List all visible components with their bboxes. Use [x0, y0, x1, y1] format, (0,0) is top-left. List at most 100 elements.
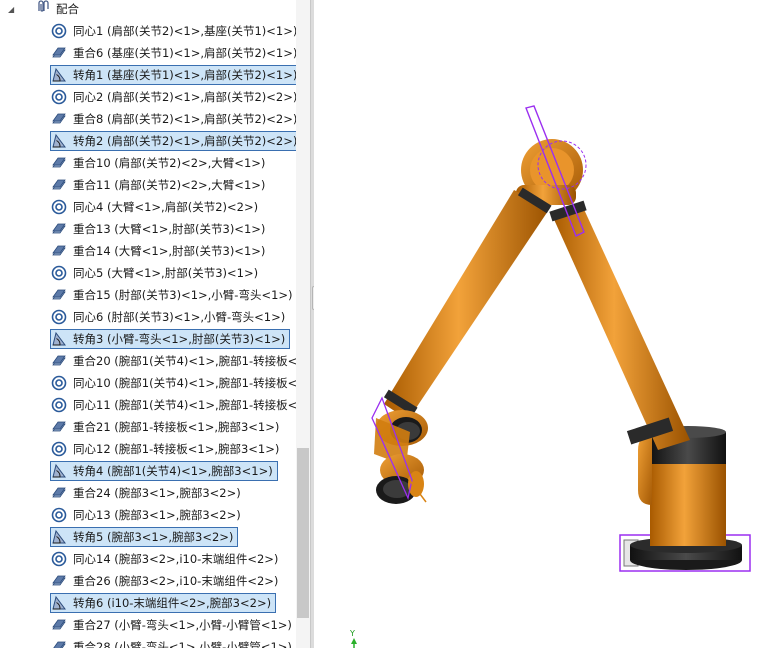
mate-label: 转角1 (基座(关节1)<1>,肩部(关节2)<1>)	[73, 68, 296, 82]
mate-label: 同心11 (腕部1(关节4)<1>,腕部1-转接板<	[73, 398, 296, 412]
mate-row-frame[interactable]: 同心6 (肘部(关节3)<1>,小臂-弯头<1>)	[50, 307, 290, 327]
coincident-icon	[51, 221, 67, 237]
concentric-icon	[51, 309, 67, 325]
mate-row-coincident[interactable]: 重合14 (大臂<1>,肘部(关节3)<1>)	[50, 241, 296, 261]
mate-row-frame[interactable]: 同心13 (腕部3<1>,腕部3<2>)	[50, 505, 246, 525]
mate-row-concentric[interactable]: 同心13 (腕部3<1>,腕部3<2>)	[50, 505, 296, 525]
mate-label: 重合27 (小臂-弯头<1>,小臂-小臂管<1>)	[73, 618, 292, 632]
mate-row-angle[interactable]: 转角3 (小臂-弯头<1>,肘部(关节3)<1>)	[50, 329, 296, 349]
mate-label: 重合11 (肩部(关节2)<2>,大臂<1>)	[73, 178, 266, 192]
mate-label: 重合24 (腕部3<1>,腕部3<2>)	[73, 486, 241, 500]
mate-row-concentric[interactable]: 同心4 (大臂<1>,肩部(关节2)<2>)	[50, 197, 296, 217]
mate-row-concentric[interactable]: 同心11 (腕部1(关节4)<1>,腕部1-转接板<	[50, 395, 296, 415]
mates-group-label: 配合	[56, 2, 79, 16]
graphics-viewport[interactable]	[314, 0, 773, 648]
collapse-arrow-icon[interactable]: ◢	[8, 5, 18, 14]
mate-row-frame[interactable]: 重合14 (大臂<1>,肘部(关节3)<1>)	[50, 241, 270, 261]
concentric-icon	[51, 89, 67, 105]
mate-row-concentric[interactable]: 同心12 (腕部1-转接板<1>,腕部3<1>)	[50, 439, 296, 459]
mate-row-frame[interactable]: 同心4 (大臂<1>,肩部(关节2)<2>)	[50, 197, 263, 217]
mate-row-coincident[interactable]: 重合27 (小臂-弯头<1>,小臂-小臂管<1>)	[50, 615, 296, 635]
mate-row-concentric[interactable]: 同心6 (肘部(关节3)<1>,小臂-弯头<1>)	[50, 307, 296, 327]
mate-row-frame[interactable]: 重合27 (小臂-弯头<1>,小臂-小臂管<1>)	[50, 615, 296, 635]
mate-label: 同心6 (肘部(关节3)<1>,小臂-弯头<1>)	[73, 310, 286, 324]
angle-icon	[51, 133, 67, 149]
mate-row-concentric[interactable]: 同心14 (腕部3<2>,i10-末端组件<2>)	[50, 549, 296, 569]
mate-row-frame[interactable]: 重合20 (腕部1(关节4)<1>,腕部1-转接板<	[50, 351, 296, 371]
mate-row-coincident[interactable]: 重合10 (肩部(关节2)<2>,大臂<1>)	[50, 153, 296, 173]
mate-row-angle[interactable]: 转角6 (i10-末端组件<2>,腕部3<2>)	[50, 593, 296, 613]
mate-label: 重合6 (基座(关节1)<1>,肩部(关节2)<1>)	[73, 46, 296, 60]
mate-row-frame[interactable]: 同心12 (腕部1-转接板<1>,腕部3<1>)	[50, 439, 284, 459]
mate-row-angle[interactable]: 转角2 (肩部(关节2)<1>,肩部(关节2)<2>)	[50, 131, 296, 151]
mate-row-coincident[interactable]: 重合26 (腕部3<2>,i10-末端组件<2>)	[50, 571, 296, 591]
mate-row-coincident[interactable]: 重合24 (腕部3<1>,腕部3<2>)	[50, 483, 296, 503]
mate-row-frame[interactable]: 重合26 (腕部3<2>,i10-末端组件<2>)	[50, 571, 283, 591]
coincident-icon	[51, 617, 67, 633]
mate-row-frame[interactable]: 重合28 (小臂-弯头<1>,小臂-小臂管<1>)	[50, 637, 296, 648]
mates-group-header[interactable]: ◢ 配合	[0, 0, 296, 18]
coincident-icon	[51, 353, 67, 369]
mate-row-frame[interactable]: 重合15 (肘部(关节3)<1>,小臂-弯头<1>)	[50, 285, 296, 305]
mate-row-frame[interactable]: 重合21 (腕部1-转接板<1>,腕部3<1>)	[50, 417, 284, 437]
mate-row-coincident[interactable]: 重合6 (基座(关节1)<1>,肩部(关节2)<1>)	[50, 43, 296, 63]
mate-row-frame[interactable]: 转角2 (肩部(关节2)<1>,肩部(关节2)<2>)	[50, 131, 296, 151]
mate-label: 同心12 (腕部1-转接板<1>,腕部3<1>)	[73, 442, 280, 456]
mate-row-frame[interactable]: 重合11 (肩部(关节2)<2>,大臂<1>)	[50, 175, 270, 195]
mate-row-concentric[interactable]: 同心5 (大臂<1>,肘部(关节3)<1>)	[50, 263, 296, 283]
mate-label: 转角4 (腕部1(关节4)<1>,腕部3<1>)	[73, 464, 273, 478]
mate-label: 同心5 (大臂<1>,肘部(关节3)<1>)	[73, 266, 259, 280]
mate-row-concentric[interactable]: 同心1 (肩部(关节2)<1>,基座(关节1)<1>)	[50, 21, 296, 41]
mate-label: 转角3 (小臂-弯头<1>,肘部(关节3)<1>)	[73, 332, 286, 346]
mate-row-frame[interactable]: 转角6 (i10-末端组件<2>,腕部3<2>)	[50, 593, 277, 613]
mate-row-coincident[interactable]: 重合8 (肩部(关节2)<1>,肩部(关节2)<2>)	[50, 109, 296, 129]
concentric-icon	[51, 397, 67, 413]
mate-row-frame[interactable]: 同心5 (大臂<1>,肘部(关节3)<1>)	[50, 263, 263, 283]
mate-row-frame[interactable]: 同心1 (肩部(关节2)<1>,基座(关节1)<1>)	[50, 21, 296, 41]
concentric-icon	[51, 23, 67, 39]
mate-row-frame[interactable]: 同心11 (腕部1(关节4)<1>,腕部1-转接板<	[50, 395, 296, 415]
angle-icon	[51, 463, 67, 479]
mate-row-concentric[interactable]: 同心10 (腕部1(关节4)<1>,腕部1-转接板<	[50, 373, 296, 393]
mate-row-coincident[interactable]: 重合21 (腕部1-转接板<1>,腕部3<1>)	[50, 417, 296, 437]
mate-label: 同心2 (肩部(关节2)<1>,肩部(关节2)<2>)	[73, 90, 296, 104]
mate-label: 重合21 (腕部1-转接板<1>,腕部3<1>)	[73, 420, 280, 434]
mate-row-coincident[interactable]: 重合20 (腕部1(关节4)<1>,腕部1-转接板<	[50, 351, 296, 371]
mate-row-frame[interactable]: 同心10 (腕部1(关节4)<1>,腕部1-转接板<	[50, 373, 296, 393]
mate-label: 转角6 (i10-末端组件<2>,腕部3<2>)	[73, 596, 272, 610]
coincident-icon	[51, 45, 67, 61]
scrollbar-thumb[interactable]	[297, 448, 309, 618]
mate-row-angle[interactable]: 转角5 (腕部3<1>,腕部3<2>)	[50, 527, 296, 547]
mate-row-frame[interactable]: 转角4 (腕部1(关节4)<1>,腕部3<1>)	[50, 461, 278, 481]
robot-arm-3d-model[interactable]	[314, 0, 773, 648]
mate-label: 同心4 (大臂<1>,肩部(关节2)<2>)	[73, 200, 259, 214]
mate-row-coincident[interactable]: 重合13 (大臂<1>,肘部(关节3)<1>)	[50, 219, 296, 239]
mate-row-frame[interactable]: 重合13 (大臂<1>,肘部(关节3)<1>)	[50, 219, 270, 239]
coincident-icon	[51, 243, 67, 259]
mate-row-frame[interactable]: 同心2 (肩部(关节2)<1>,肩部(关节2)<2>)	[50, 87, 296, 107]
mate-row-frame[interactable]: 同心14 (腕部3<2>,i10-末端组件<2>)	[50, 549, 283, 569]
mate-row-angle[interactable]: 转角1 (基座(关节1)<1>,肩部(关节2)<1>)	[50, 65, 296, 85]
angle-icon	[51, 331, 67, 347]
mate-label: 重合10 (肩部(关节2)<2>,大臂<1>)	[73, 156, 266, 170]
mate-row-frame[interactable]: 重合8 (肩部(关节2)<1>,肩部(关节2)<2>)	[50, 109, 296, 129]
mate-row-frame[interactable]: 转角3 (小臂-弯头<1>,肘部(关节3)<1>)	[50, 329, 291, 349]
mate-row-coincident[interactable]: 重合11 (肩部(关节2)<2>,大臂<1>)	[50, 175, 296, 195]
mate-row-coincident[interactable]: 重合15 (肘部(关节3)<1>,小臂-弯头<1>)	[50, 285, 296, 305]
mate-label: 同心14 (腕部3<2>,i10-末端组件<2>)	[73, 552, 279, 566]
mate-row-frame[interactable]: 重合10 (肩部(关节2)<2>,大臂<1>)	[50, 153, 270, 173]
mate-row-frame[interactable]: 转角1 (基座(关节1)<1>,肩部(关节2)<1>)	[50, 65, 296, 85]
mate-row-frame[interactable]: 重合24 (腕部3<1>,腕部3<2>)	[50, 483, 246, 503]
mate-label: 同心13 (腕部3<1>,腕部3<2>)	[73, 508, 241, 522]
mate-row-angle[interactable]: 转角4 (腕部1(关节4)<1>,腕部3<1>)	[50, 461, 296, 481]
mate-row-coincident[interactable]: 重合28 (小臂-弯头<1>,小臂-小臂管<1>)	[50, 637, 296, 648]
angle-icon	[51, 595, 67, 611]
concentric-icon	[51, 551, 67, 567]
mate-row-frame[interactable]: 重合6 (基座(关节1)<1>,肩部(关节2)<1>)	[50, 43, 296, 63]
mate-row-concentric[interactable]: 同心2 (肩部(关节2)<1>,肩部(关节2)<2>)	[50, 87, 296, 107]
mate-row-frame[interactable]: 转角5 (腕部3<1>,腕部3<2>)	[50, 527, 239, 547]
mate-label: 重合14 (大臂<1>,肘部(关节3)<1>)	[73, 244, 266, 258]
mate-label: 重合28 (小臂-弯头<1>,小臂-小臂管<1>)	[73, 640, 292, 648]
mate-label: 重合8 (肩部(关节2)<1>,肩部(关节2)<2>)	[73, 112, 296, 126]
mate-label: 转角5 (腕部3<1>,腕部3<2>)	[73, 530, 234, 544]
